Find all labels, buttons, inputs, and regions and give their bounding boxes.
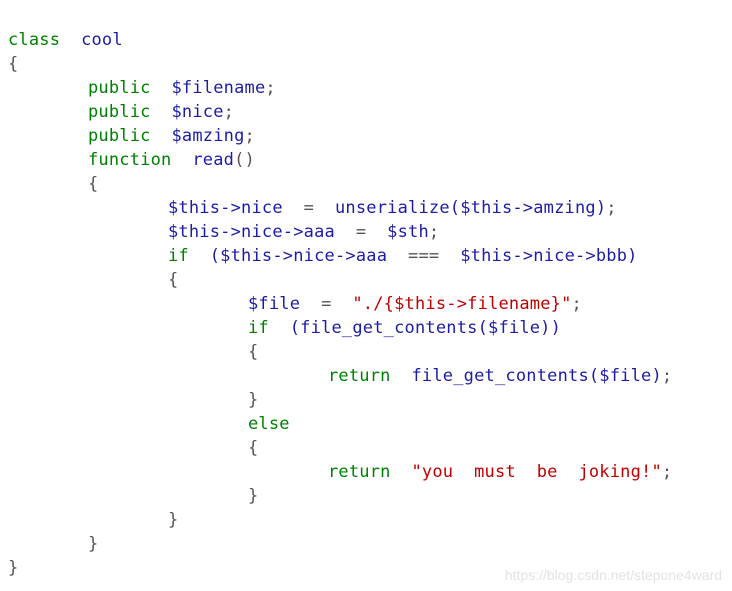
code-line: if ($this->nice->aaa === $this->nice->bb… [168,244,638,268]
code-line: $this->nice = unserialize($this->amzing)… [168,196,617,220]
code-line: { [88,172,98,196]
code-line: } [8,556,18,580]
code-line: if (file_get_contents($file)) [248,316,561,340]
code-line: { [8,52,18,76]
code-token: function [88,150,172,170]
code-token: public [88,102,151,122]
code-token: (file_get_contents($file)) [289,318,562,338]
code-line: } [88,532,98,556]
code-token: return [328,462,391,482]
code-token: ; [265,78,276,98]
code-line: { [168,268,178,292]
code-line: $file = "./{$this->filename}"; [248,292,582,316]
code-token: public [88,126,151,146]
code-token: ($this->nice->aaa [209,246,388,266]
code-token: $amzing [171,126,245,146]
code-token: { [168,270,179,290]
code-token: $this->nice->aaa [168,222,335,242]
code-token: === [408,246,440,266]
code-token: $this->nice [168,198,283,218]
code-token: "you must be joking!" [411,462,662,482]
code-token: ; [428,222,440,242]
code-line: $this->nice->aaa = $sth; [168,220,439,244]
code-line: public $filename; [88,76,276,100]
code-line: } [168,508,178,532]
code-token: unserialize($this->amzing) [334,198,607,218]
code-view: class cool{public $filename; public $nice… [0,0,732,591]
code-token: $this->nice->bbb) [460,246,638,266]
code-line: } [248,388,258,412]
code-token: read [192,150,235,170]
code-token: if [248,318,269,338]
code-token: = [355,222,367,242]
code-line: function read() [88,148,255,172]
code-token: $filename [171,78,266,98]
code-token: } [88,534,99,554]
code-line: { [248,340,258,364]
code-token: cool [81,30,123,50]
code-token: } [168,510,179,530]
code-token: () [234,150,255,170]
code-token: class [8,30,61,50]
watermark: https://blog.csdn.net/stepone4ward [504,567,722,583]
code-token: $sth [387,222,429,242]
code-token: file_get_contents($file) [411,366,662,386]
code-token: ; [223,102,235,122]
code-token: { [8,54,19,74]
code-token: = [303,198,315,218]
code-token: } [248,390,259,410]
code-line: class cool [8,28,123,52]
code-token: ; [661,462,673,482]
code-token: if [168,246,189,266]
code-line: return "you must be joking!"; [328,460,672,484]
code-line: public $amzing; [88,124,255,148]
code-line: } [248,484,258,508]
code-token: ; [606,198,617,218]
code-token: = [321,294,332,314]
code-token: ; [661,366,673,386]
code-token: $nice [171,102,224,122]
code-token: { [248,438,259,458]
code-token: } [248,486,259,506]
code-token: public [88,78,151,98]
code-token: { [248,342,259,362]
code-line: else [248,412,290,436]
code-token: else [248,414,290,434]
code-line: public $nice; [88,100,234,124]
code-token: { [88,174,99,194]
code-token: "./{$this->filename}" [352,294,572,314]
code-token: return [328,366,391,386]
code-token: ; [571,294,582,314]
code-token: ; [244,126,255,146]
code-line: return file_get_contents($file); [328,364,672,388]
code-line: { [248,436,258,460]
code-token: $file [248,294,301,314]
code-token: } [8,558,19,578]
